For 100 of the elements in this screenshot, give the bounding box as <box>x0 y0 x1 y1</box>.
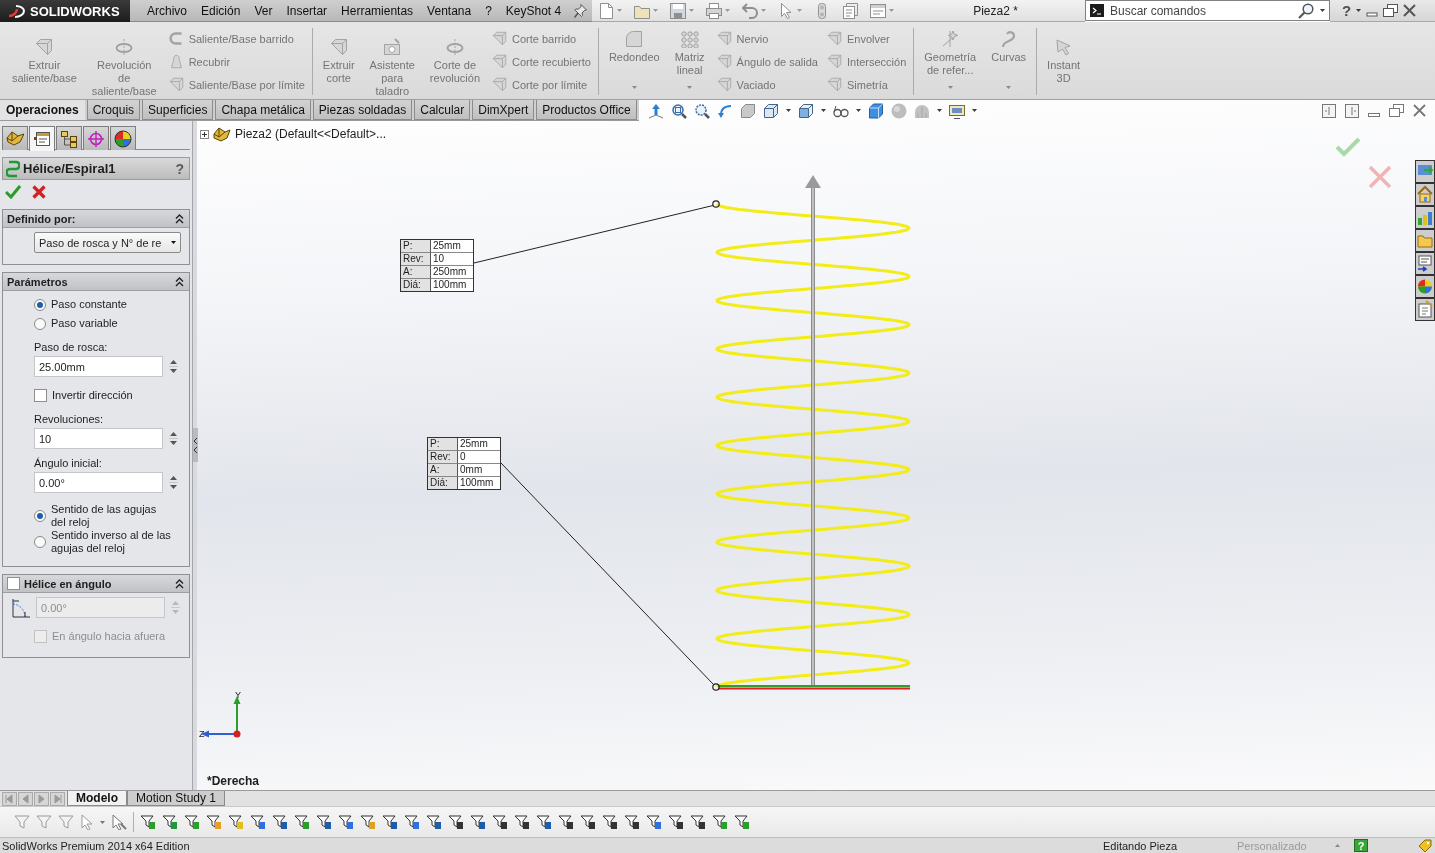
command-tab[interactable]: Superficies <box>142 100 214 120</box>
zoom-fit-icon[interactable] <box>670 102 687 119</box>
page-icon[interactable] <box>842 2 858 19</box>
point-marker-icon[interactable] <box>712 200 720 208</box>
menu-item[interactable]: Ventana <box>420 3 479 18</box>
tile-right-icon[interactable] <box>1345 103 1359 118</box>
filter-icon[interactable] <box>404 814 420 830</box>
filter-icon[interactable] <box>162 814 178 830</box>
pointer-icon[interactable] <box>778 2 794 19</box>
window-icon[interactable] <box>870 2 886 19</box>
zoom-area-icon[interactable] <box>693 102 710 119</box>
radio-button[interactable] <box>34 536 46 548</box>
folder-icon[interactable] <box>1415 229 1435 252</box>
tree-item[interactable]: Pieza2 (Default<<Default>... <box>235 127 387 141</box>
filter-icon[interactable] <box>250 814 266 830</box>
splitter-handle[interactable] <box>193 428 198 462</box>
monitor-icon[interactable] <box>948 102 965 119</box>
caret-icon[interactable] <box>971 109 977 112</box>
filter-icon[interactable] <box>272 814 288 830</box>
dropdown[interactable]: Paso de rosca y N° de re <box>34 232 181 253</box>
undo-icon[interactable] <box>742 2 758 19</box>
panel-tab[interactable] <box>2 126 28 150</box>
caret-up-icon[interactable] <box>1335 844 1340 847</box>
arrow-up-icon[interactable] <box>647 102 664 119</box>
close-icon[interactable] <box>1413 104 1426 117</box>
callout-table[interactable]: P: 25mm Rev: 10 A: 250mm Diá: 100mm <box>400 239 474 292</box>
filter-icon[interactable] <box>646 814 662 830</box>
caret-icon[interactable] <box>855 109 861 112</box>
menu-item[interactable]: Edición <box>194 3 248 18</box>
radio-button[interactable] <box>34 510 46 522</box>
check-icon[interactable] <box>1335 137 1361 157</box>
bar-chart-icon[interactable] <box>1415 206 1435 229</box>
checkbox[interactable] <box>34 389 47 402</box>
command-tab[interactable]: Piezas soldadas <box>312 100 413 120</box>
menu-item[interactable]: Herramientas <box>334 3 421 18</box>
solid-cube-icon[interactable] <box>867 102 884 119</box>
menu-item[interactable]: Insertar <box>279 3 335 18</box>
help-button[interactable]: ? <box>175 160 184 177</box>
clipboard-icon[interactable] <box>1415 298 1435 321</box>
callout-table[interactable]: P: 25mm Rev: 0 A: 0mm Diá: 100mm <box>427 437 501 490</box>
caret-icon[interactable] <box>1356 9 1362 12</box>
tile-left-icon[interactable] <box>1322 103 1336 118</box>
collapse-icon[interactable] <box>175 213 184 224</box>
search-field[interactable]: Buscar comandos <box>1085 0 1330 21</box>
filter-icon[interactable] <box>184 814 200 830</box>
panel-tab[interactable] <box>56 126 82 150</box>
filter-icon[interactable] <box>536 814 552 830</box>
pointer-icon[interactable] <box>111 814 127 830</box>
filter-icon[interactable] <box>602 814 618 830</box>
command-tab[interactable]: Croquis <box>86 100 141 120</box>
number-field[interactable]: 10 <box>34 428 163 449</box>
house-icon[interactable] <box>1415 183 1435 206</box>
filter-icon[interactable] <box>580 814 596 830</box>
block-icon[interactable] <box>739 102 756 119</box>
restore-icon[interactable] <box>1389 104 1404 117</box>
panel-tab[interactable] <box>29 126 55 151</box>
pushpin-icon[interactable] <box>574 3 588 18</box>
command-tab[interactable]: Operaciones <box>0 100 85 120</box>
menu-item[interactable]: Ver <box>247 3 280 18</box>
filter-icon[interactable] <box>690 814 706 830</box>
printer-icon[interactable] <box>706 2 722 19</box>
filter-icon[interactable] <box>426 814 442 830</box>
filter-icon[interactable] <box>712 814 728 830</box>
help-button[interactable]: ? <box>1342 3 1352 18</box>
collapse-icon[interactable] <box>175 276 184 287</box>
caret-icon[interactable] <box>1320 9 1325 12</box>
search-input[interactable]: Buscar comandos <box>1110 2 1292 19</box>
model-tab[interactable]: Modelo <box>67 791 127 806</box>
menu-item[interactable]: ? <box>478 3 499 18</box>
filter-icon[interactable] <box>228 814 244 830</box>
model-tab[interactable]: Motion Study 1 <box>127 791 226 806</box>
filter-icon[interactable] <box>734 814 750 830</box>
filter-icon[interactable] <box>624 814 640 830</box>
filter-icon[interactable] <box>338 814 354 830</box>
command-tab[interactable]: Chapa metálica <box>215 100 311 120</box>
expand-icon[interactable] <box>200 129 209 139</box>
caret-icon[interactable] <box>785 109 791 112</box>
filter-icon[interactable] <box>294 814 310 830</box>
checkbox[interactable] <box>7 577 20 590</box>
filter-icon[interactable] <box>514 814 530 830</box>
filter-icon[interactable] <box>558 814 574 830</box>
filter-icon[interactable] <box>316 814 332 830</box>
caret-icon[interactable] <box>171 241 176 244</box>
panel-tab[interactable] <box>110 126 136 150</box>
wire-cube-icon[interactable] <box>762 102 779 119</box>
filter-icon[interactable] <box>206 814 222 830</box>
menu-item[interactable]: KeyShot 4 <box>498 3 569 18</box>
filter-icon[interactable] <box>360 814 376 830</box>
document-icon[interactable] <box>598 2 614 19</box>
caret-icon[interactable] <box>820 109 826 112</box>
command-tab[interactable]: Calcular <box>414 100 471 120</box>
filter-icon[interactable] <box>668 814 684 830</box>
filter-icon[interactable] <box>492 814 508 830</box>
restore-icon[interactable] <box>1383 4 1399 17</box>
point-marker-icon[interactable] <box>712 683 720 691</box>
filter-icon[interactable] <box>382 814 398 830</box>
command-tab[interactable]: DimXpert <box>472 100 535 120</box>
filter-icon[interactable] <box>470 814 486 830</box>
menu-item[interactable]: Archivo <box>140 3 194 18</box>
search-icon[interactable] <box>1298 2 1314 19</box>
